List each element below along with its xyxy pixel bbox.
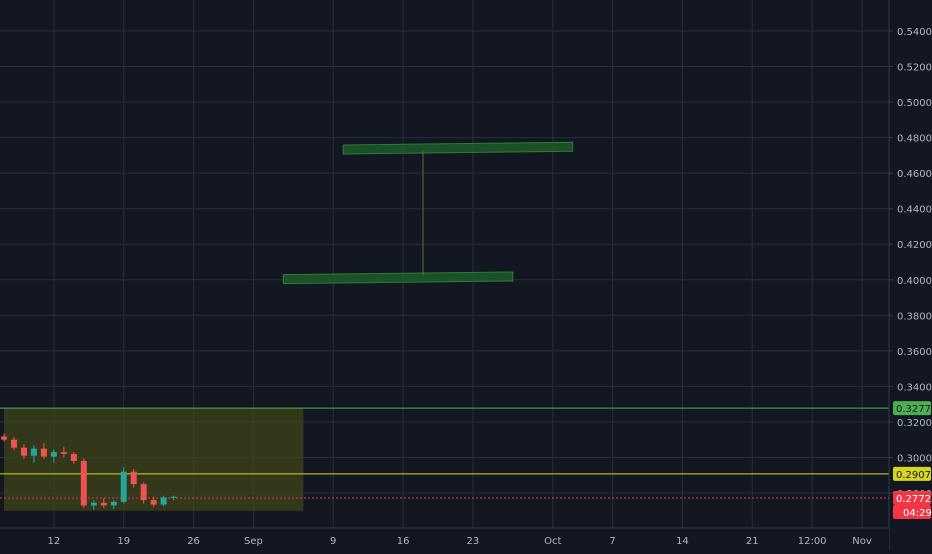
price-tick-label: 0.54000: [897, 27, 932, 38]
price-tick-label: 0.38000: [897, 311, 932, 322]
price-tick-label: 0.50000: [897, 98, 932, 109]
time-tick-label: 19: [117, 536, 130, 547]
time-tick-label: Sep: [244, 536, 263, 547]
yellow-price-label: 0.29076: [896, 470, 932, 481]
range-box[interactable]: [4, 408, 304, 511]
candle-body[interactable]: [60, 452, 67, 454]
price-tick-label: 0.44000: [897, 205, 932, 216]
candle-body[interactable]: [100, 502, 107, 506]
candle-body[interactable]: [10, 439, 17, 448]
chart-svg[interactable]: 0.280000.300000.320000.340000.360000.380…: [0, 0, 932, 550]
candle-body[interactable]: [90, 502, 97, 506]
candle-body[interactable]: [20, 447, 27, 456]
countdown-label: 04:29: [903, 508, 932, 519]
candle-body[interactable]: [140, 484, 147, 501]
time-tick-label: Oct: [544, 536, 561, 547]
time-tick-label: 26: [187, 536, 200, 547]
candle-body[interactable]: [1, 436, 7, 440]
time-tick-label: 12:00: [798, 536, 827, 547]
time-tick-label: 16: [397, 536, 410, 547]
candle-body[interactable]: [110, 501, 117, 506]
candle-body[interactable]: [150, 500, 157, 505]
price-tick-label: 0.34000: [897, 382, 932, 393]
red-price-label: 0.27722: [896, 494, 932, 505]
candle-body[interactable]: [50, 452, 57, 457]
candle-body[interactable]: [170, 496, 177, 498]
time-tick-label: 23: [467, 536, 480, 547]
price-tick-label: 0.36000: [897, 347, 932, 358]
candle-body[interactable]: [80, 461, 87, 506]
candle-body[interactable]: [130, 471, 137, 485]
price-tick-label: 0.46000: [897, 169, 932, 180]
chart[interactable]: 0.280000.300000.320000.340000.360000.380…: [0, 0, 932, 550]
candle-body[interactable]: [40, 448, 47, 457]
price-tick-label: 0.32000: [897, 418, 932, 429]
candle-body[interactable]: [160, 497, 167, 505]
candle-body[interactable]: [120, 471, 127, 502]
price-tick-label: 0.52000: [897, 63, 932, 74]
time-tick-label: 21: [746, 536, 759, 547]
time-tick-label: 7: [609, 536, 615, 547]
price-tick-label: 0.30000: [897, 453, 932, 464]
price-tick-label: 0.48000: [897, 134, 932, 145]
candle-body[interactable]: [30, 448, 37, 456]
price-tick-label: 0.42000: [897, 240, 932, 251]
candle-body[interactable]: [70, 453, 77, 462]
time-tick-label: Nov: [852, 536, 872, 547]
time-tick-label: 9: [330, 536, 336, 547]
time-tick-label: 14: [676, 536, 689, 547]
green-price-label: 0.32778: [896, 404, 932, 415]
time-tick-label: 12: [48, 536, 61, 547]
price-tick-label: 0.40000: [897, 276, 932, 287]
